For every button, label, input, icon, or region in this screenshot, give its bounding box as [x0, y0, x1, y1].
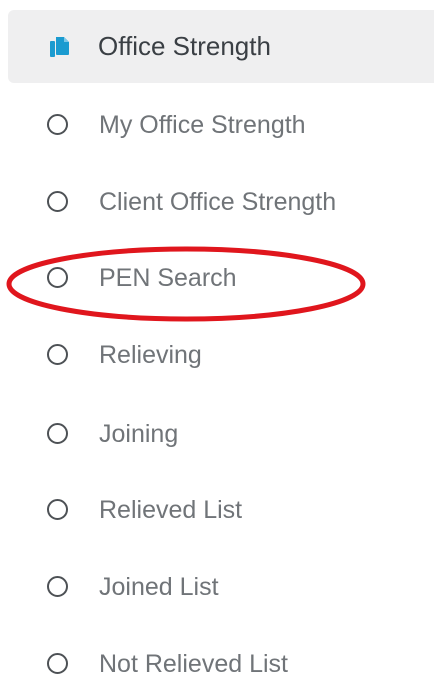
menu-item-label: Joining: [99, 420, 179, 448]
menu-item-joined-list[interactable]: Joined List: [0, 557, 434, 617]
radio-circle-icon: [47, 576, 68, 597]
radio-circle-icon: [47, 499, 68, 520]
menu-header-office-strength[interactable]: Office Strength: [8, 10, 434, 83]
menu-item-my-office-strength[interactable]: My Office Strength: [0, 95, 434, 155]
menu-item-label: Client Office Strength: [99, 188, 337, 216]
menu-item-label: Joined List: [99, 573, 219, 601]
radio-circle-icon: [47, 344, 68, 365]
menu-item-label: Not Relieved List: [99, 650, 288, 678]
menu-header-label: Office Strength: [98, 31, 271, 61]
menu-item-relieving[interactable]: Relieving: [0, 325, 434, 385]
radio-circle-icon: [47, 653, 68, 674]
menu-item-not-relieved-list[interactable]: Not Relieved List: [0, 634, 434, 693]
radio-circle-icon: [47, 423, 68, 444]
copy-document-icon: [47, 35, 71, 59]
menu-item-client-office-strength[interactable]: Client Office Strength: [0, 172, 434, 232]
menu-item-joining[interactable]: Joining: [0, 404, 434, 464]
radio-circle-icon: [47, 114, 68, 135]
menu-item-label: My Office Strength: [99, 111, 306, 139]
menu-item-label: Relieved List: [99, 496, 243, 524]
menu-item-pen-search[interactable]: PEN Search: [0, 248, 434, 308]
menu-item-label: Relieving: [99, 341, 202, 369]
radio-circle-icon: [47, 267, 68, 288]
menu-item-label: PEN Search: [99, 264, 237, 292]
menu-item-relieved-list[interactable]: Relieved List: [0, 480, 434, 540]
radio-circle-icon: [47, 191, 68, 212]
